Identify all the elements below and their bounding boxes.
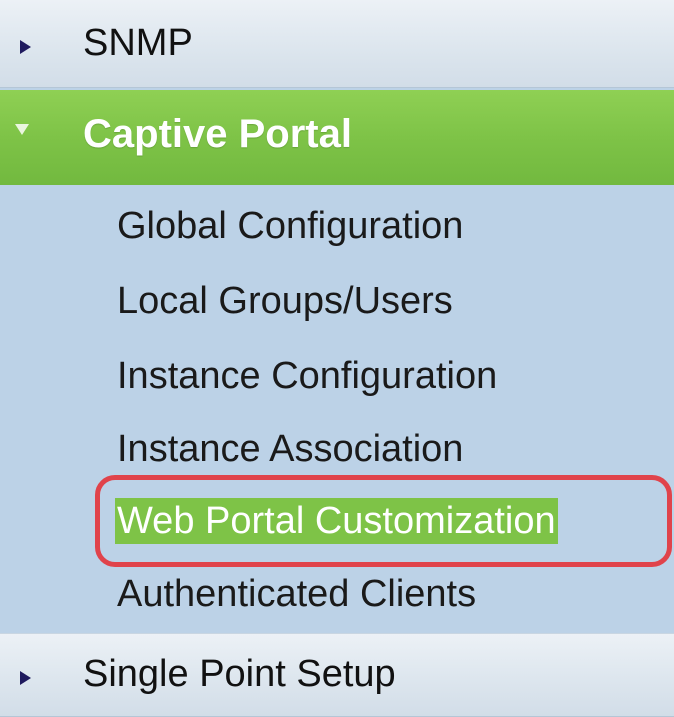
submenu-item-global-configuration[interactable]: Global Configuration xyxy=(117,203,463,249)
submenu-item-web-portal-customization[interactable]: Web Portal Customization xyxy=(115,498,558,544)
submenu-item-instance-association[interactable]: Instance Association xyxy=(117,426,463,472)
nav-section-captive-portal[interactable]: Captive Portal xyxy=(0,90,674,185)
submenu-item-authenticated-clients[interactable]: Authenticated Clients xyxy=(117,571,476,617)
caret-right-icon xyxy=(20,40,31,54)
nav-section-label: Single Point Setup xyxy=(83,653,396,695)
submenu-item-instance-configuration[interactable]: Instance Configuration xyxy=(117,353,497,399)
nav-section-label: SNMP xyxy=(83,22,193,64)
submenu-item-local-groups-users[interactable]: Local Groups/Users xyxy=(117,278,453,324)
nav-section-single-point-setup[interactable]: Single Point Setup xyxy=(0,633,674,717)
nav-section-label: Captive Portal xyxy=(83,112,352,156)
caret-right-icon xyxy=(20,671,31,685)
captive-portal-submenu: Global Configuration Local Groups/Users … xyxy=(0,185,674,633)
caret-down-icon xyxy=(15,124,29,135)
navigation-menu: SNMP Captive Portal Global Configuration… xyxy=(0,0,674,717)
nav-section-snmp[interactable]: SNMP xyxy=(0,0,674,88)
